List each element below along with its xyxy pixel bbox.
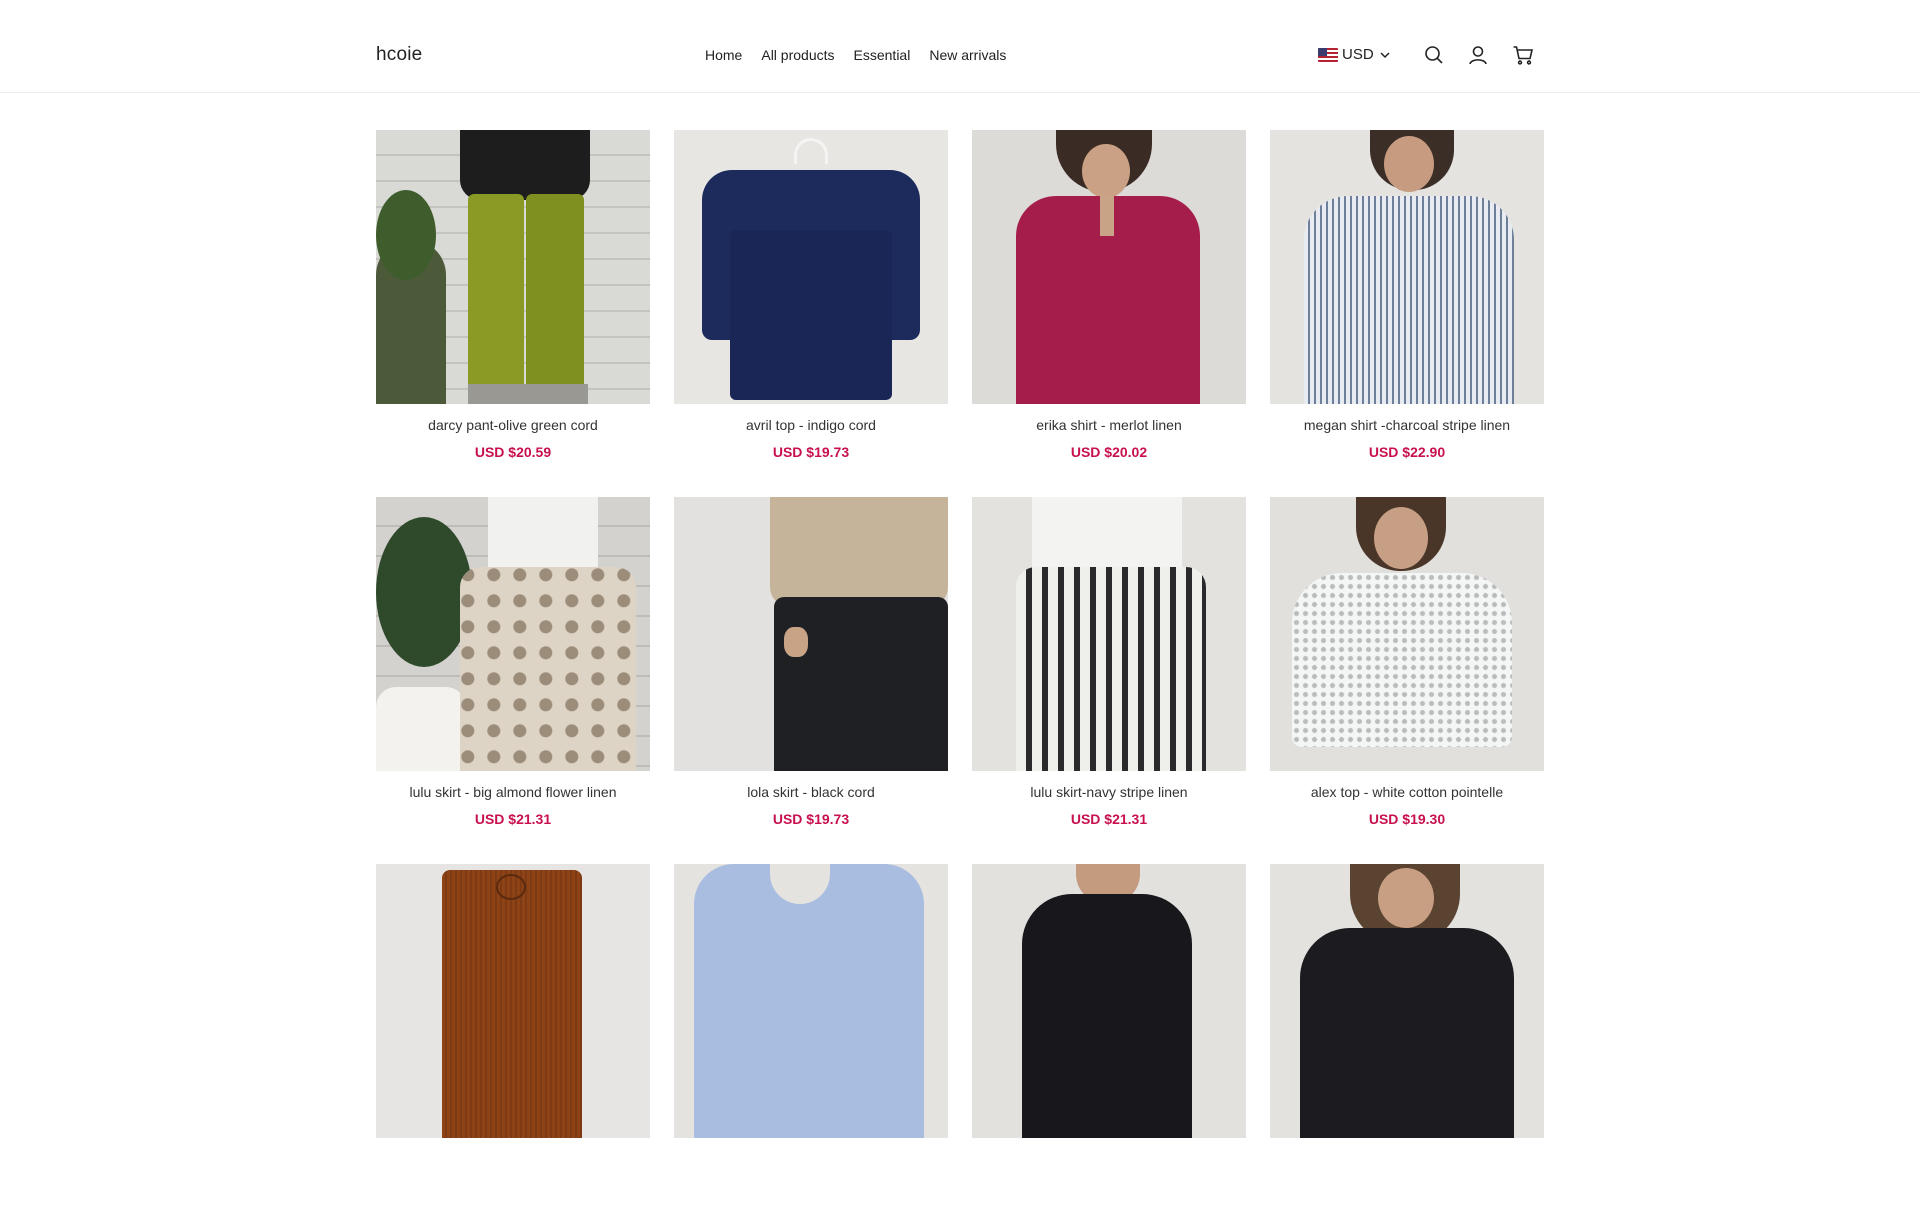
product-price: USD $19.30 bbox=[1368, 811, 1446, 827]
nav-all-products[interactable]: All products bbox=[761, 47, 834, 63]
white-knit-top-photo[interactable] bbox=[1270, 497, 1544, 771]
product-card[interactable]: darcy pant-olive green cord USD $20.59 bbox=[376, 130, 650, 497]
floral-skirt-photo[interactable] bbox=[376, 497, 650, 771]
product-card[interactable]: avril top - indigo cord USD $19.73 bbox=[674, 130, 948, 497]
product-title[interactable]: erika shirt - merlot linen bbox=[972, 417, 1246, 437]
product-card[interactable]: lulu skirt-navy stripe linen USD $21.31 bbox=[972, 497, 1246, 864]
black-top-photo[interactable] bbox=[972, 864, 1246, 1138]
black-skirt-photo[interactable] bbox=[674, 497, 948, 771]
nav-new-arrivals[interactable]: New arrivals bbox=[929, 47, 1006, 63]
product-price: USD $19.73 bbox=[772, 811, 850, 827]
product-price: USD $20.59 bbox=[474, 444, 552, 460]
search-icon bbox=[1425, 46, 1443, 64]
product-title[interactable]: darcy pant-olive green cord bbox=[376, 417, 650, 437]
product-grid: darcy pant-olive green cord USD $20.59 a… bbox=[376, 130, 1544, 1231]
nav-essential[interactable]: Essential bbox=[854, 47, 911, 63]
product-card[interactable]: megan shirt -charcoal stripe linen USD $… bbox=[1270, 130, 1544, 497]
product-title[interactable] bbox=[376, 1151, 650, 1171]
currency-label: USD bbox=[1342, 46, 1374, 63]
product-title[interactable] bbox=[1270, 1151, 1544, 1171]
product-price: USD $22.90 bbox=[1368, 444, 1446, 460]
nav-home[interactable]: Home bbox=[705, 47, 742, 63]
site-header: hcoie Home All products Essential New ar… bbox=[0, 0, 1920, 93]
red-shirt-photo[interactable] bbox=[972, 130, 1246, 404]
product-title[interactable]: megan shirt -charcoal stripe linen bbox=[1270, 417, 1544, 437]
product-card[interactable] bbox=[1270, 864, 1544, 1231]
product-card[interactable] bbox=[376, 864, 650, 1231]
product-card[interactable] bbox=[674, 864, 948, 1231]
product-title[interactable]: lola skirt - black cord bbox=[674, 784, 948, 804]
black-shirt-photo[interactable] bbox=[1270, 864, 1544, 1138]
product-title[interactable]: avril top - indigo cord bbox=[674, 417, 948, 437]
cart-button[interactable] bbox=[1512, 44, 1534, 66]
brown-corduroy-shorts-photo[interactable] bbox=[376, 864, 650, 1138]
striped-shirt-photo[interactable] bbox=[1270, 130, 1544, 404]
product-title[interactable]: alex top - white cotton pointelle bbox=[1270, 784, 1544, 804]
product-card[interactable]: alex top - white cotton pointelle USD $1… bbox=[1270, 497, 1544, 864]
product-title[interactable]: lulu skirt - big almond flower linen bbox=[376, 784, 650, 804]
navy-top-photo[interactable] bbox=[674, 130, 948, 404]
product-card[interactable] bbox=[972, 864, 1246, 1231]
product-price: USD $19.73 bbox=[772, 444, 850, 460]
cart-icon bbox=[1513, 46, 1534, 65]
account-icon bbox=[1469, 46, 1487, 65]
product-card[interactable]: erika shirt - merlot linen USD $20.02 bbox=[972, 130, 1246, 497]
product-title[interactable] bbox=[972, 1151, 1246, 1171]
light-blue-dress-photo[interactable] bbox=[674, 864, 948, 1138]
product-price: USD $21.31 bbox=[474, 811, 552, 827]
brand-logo[interactable]: hcoie bbox=[376, 44, 422, 66]
olive-pants-photo[interactable] bbox=[376, 130, 650, 404]
chevron-down-icon bbox=[1380, 51, 1390, 58]
stripe-skirt-photo[interactable] bbox=[972, 497, 1246, 771]
currency-selector[interactable]: USD bbox=[1318, 46, 1392, 63]
product-card[interactable]: lulu skirt - big almond flower linen USD… bbox=[376, 497, 650, 864]
main-nav: Home All products Essential New arrivals bbox=[705, 47, 1006, 63]
account-button[interactable] bbox=[1467, 44, 1489, 66]
product-title[interactable] bbox=[674, 1151, 948, 1171]
product-price: USD $20.02 bbox=[1070, 444, 1148, 460]
product-title[interactable]: lulu skirt-navy stripe linen bbox=[972, 784, 1246, 804]
search-button[interactable] bbox=[1423, 44, 1445, 66]
us-flag-icon bbox=[1318, 47, 1338, 62]
product-price: USD $21.31 bbox=[1070, 811, 1148, 827]
product-card[interactable]: lola skirt - black cord USD $19.73 bbox=[674, 497, 948, 864]
